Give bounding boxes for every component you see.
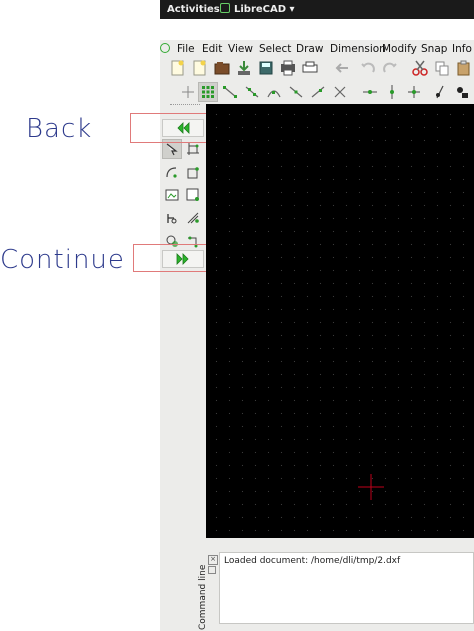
- cad-tools-panel: [160, 104, 206, 631]
- restrict-horizontal-icon[interactable]: [360, 82, 380, 102]
- snap-endpoint-icon[interactable]: [220, 82, 240, 102]
- command-history[interactable]: Loaded document: /home/dli/tmp/2.dxf: [219, 552, 474, 624]
- snap-distance-icon[interactable]: [308, 82, 328, 102]
- hatch-tools-icon[interactable]: [183, 208, 203, 228]
- copy-icon[interactable]: [432, 58, 452, 78]
- modify-tools-icon[interactable]: [183, 162, 203, 182]
- print-preview-icon[interactable]: [278, 58, 298, 78]
- new-file-icon[interactable]: [168, 58, 188, 78]
- new-template-icon[interactable]: [190, 58, 210, 78]
- restrict-orthogonal-icon[interactable]: [404, 82, 424, 102]
- menu-draw[interactable]: Draw: [296, 43, 323, 55]
- app-logo-icon: [160, 43, 170, 53]
- menu-view[interactable]: View: [228, 43, 253, 55]
- app-menu-button[interactable]: LibreCAD ▾: [234, 4, 295, 15]
- relative-zero-icon[interactable]: [430, 82, 450, 102]
- menu-dimension[interactable]: Dimension: [330, 43, 386, 55]
- back-arrow-icon[interactable]: [332, 58, 352, 78]
- arc-tools-icon[interactable]: [162, 162, 182, 182]
- snap-grid-icon[interactable]: [198, 82, 218, 102]
- snap-toolbar: [160, 82, 474, 104]
- menu-info[interactable]: Info: [452, 43, 472, 55]
- redo-icon[interactable]: [380, 58, 400, 78]
- back-annotation-label: Back: [26, 114, 93, 144]
- gnome-top-bar: Activities LibreCAD ▾: [160, 0, 474, 19]
- crosshair-cursor: [358, 474, 384, 500]
- menu-edit[interactable]: Edit: [202, 43, 222, 55]
- float-dock-icon[interactable]: [208, 566, 216, 574]
- open-file-icon[interactable]: [212, 58, 232, 78]
- snap-center-icon[interactable]: [264, 82, 284, 102]
- drawing-canvas[interactable]: [206, 104, 474, 538]
- paste-icon[interactable]: [454, 58, 474, 78]
- snap-free-icon[interactable]: [178, 82, 198, 102]
- save-icon[interactable]: [234, 58, 254, 78]
- menu-snap[interactable]: Snap: [421, 43, 447, 55]
- snap-middle-icon[interactable]: [286, 82, 306, 102]
- panel-grip: [170, 104, 200, 109]
- restrict-vertical-icon[interactable]: [382, 82, 402, 102]
- block-tools-icon[interactable]: [183, 185, 203, 205]
- file-toolbar: [160, 58, 474, 80]
- snap-on-entity-icon[interactable]: [242, 82, 262, 102]
- menu-bar: File Edit View Select Draw Dimension Mod…: [160, 40, 474, 58]
- insert-image-icon[interactable]: [162, 185, 182, 205]
- command-log-line: Loaded document: /home/dli/tmp/2.dxf: [224, 556, 401, 566]
- cut-icon[interactable]: [410, 58, 430, 78]
- menu-modify[interactable]: Modify: [382, 43, 417, 55]
- close-dock-icon[interactable]: ×: [208, 555, 218, 565]
- lock-relative-zero-icon[interactable]: [452, 82, 472, 102]
- menu-select[interactable]: Select: [259, 43, 291, 55]
- activities-button[interactable]: Activities: [167, 4, 220, 15]
- text-tools-icon[interactable]: [162, 208, 182, 228]
- command-line-title: Command line: [198, 564, 208, 630]
- save-as-icon[interactable]: [256, 58, 276, 78]
- librecad-app-icon: [220, 3, 230, 13]
- undo-icon[interactable]: [358, 58, 378, 78]
- window-title-strip: [160, 19, 474, 40]
- snap-intersection-icon[interactable]: [330, 82, 350, 102]
- print-icon[interactable]: [300, 58, 320, 78]
- menu-file[interactable]: File: [177, 43, 195, 55]
- continue-annotation-label: Continue: [0, 245, 125, 275]
